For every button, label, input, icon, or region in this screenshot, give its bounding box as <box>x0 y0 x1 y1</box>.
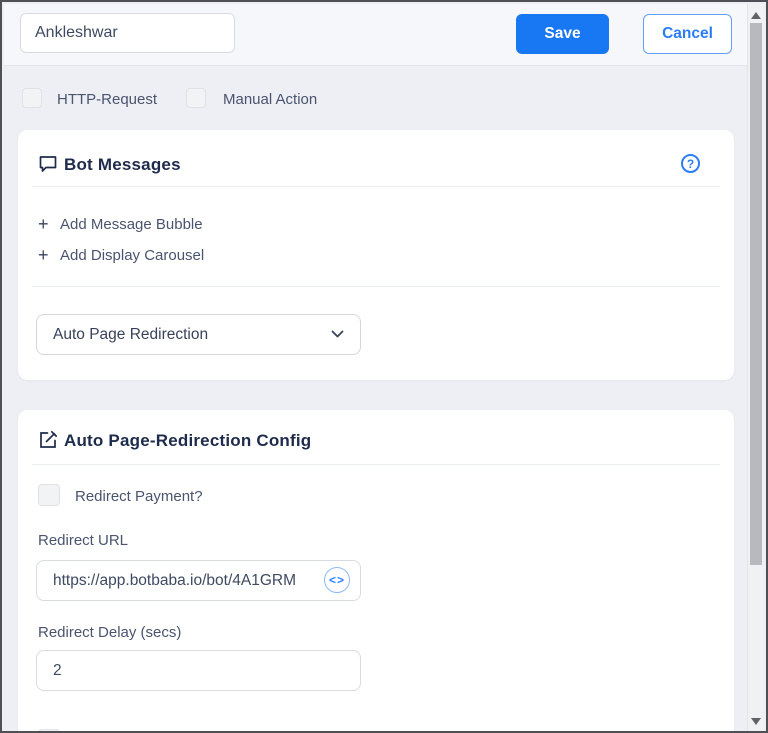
divider <box>32 286 720 287</box>
auto-page-redirection-card: Auto Page-Redirection Config Redirect Pa… <box>18 410 734 731</box>
scroll-up-icon[interactable] <box>751 12 761 19</box>
manual-action-checkbox[interactable] <box>186 88 206 108</box>
edit-icon <box>40 430 58 448</box>
redirect-url-label: Redirect URL <box>38 532 129 549</box>
http-request-checkbox[interactable] <box>22 88 42 108</box>
chat-bubble-icon <box>39 156 57 172</box>
partial-checkbox[interactable] <box>38 729 60 731</box>
save-button[interactable]: Save <box>516 14 609 54</box>
add-display-carousel-label: Add Display Carousel <box>60 247 205 264</box>
auto-page-redirection-title: Auto Page-Redirection Config <box>64 431 312 450</box>
divider <box>32 464 720 465</box>
redirect-delay-input[interactable] <box>36 650 361 691</box>
node-name-input[interactable] <box>20 13 235 53</box>
plus-icon: + <box>38 245 49 265</box>
node-editor-panel: Save Cancel HTTP-Request Manual Action B… <box>0 0 768 733</box>
message-type-selected-value: Auto Page Redirection <box>53 325 209 343</box>
vertical-scrollbar[interactable] <box>747 4 764 731</box>
help-icon[interactable]: ? <box>681 154 700 173</box>
redirect-delay-label: Redirect Delay (secs) <box>38 624 182 641</box>
redirect-url-input[interactable] <box>36 560 361 601</box>
top-bar: Save Cancel <box>4 4 751 66</box>
http-request-label: HTTP-Request <box>57 91 158 108</box>
message-type-select[interactable]: Auto Page Redirection <box>36 314 361 355</box>
redirect-payment-checkbox[interactable] <box>38 484 60 506</box>
scrollbar-thumb[interactable] <box>750 23 762 565</box>
add-display-carousel-button[interactable]: + Add Display Carousel <box>38 245 204 266</box>
bot-messages-title: Bot Messages <box>64 155 181 174</box>
redirect-payment-label: Redirect Payment? <box>75 488 203 505</box>
add-message-bubble-label: Add Message Bubble <box>60 216 203 233</box>
divider <box>32 186 720 187</box>
manual-action-label: Manual Action <box>223 91 318 108</box>
scroll-down-icon[interactable] <box>751 718 761 725</box>
code-variable-icon[interactable]: <> <box>324 567 350 593</box>
cancel-button[interactable]: Cancel <box>643 14 732 54</box>
plus-icon: + <box>38 214 49 234</box>
add-message-bubble-button[interactable]: + Add Message Bubble <box>38 214 203 235</box>
bot-messages-card: Bot Messages ? + Add Message Bubble + Ad… <box>18 130 734 380</box>
chevron-down-icon <box>331 330 344 338</box>
